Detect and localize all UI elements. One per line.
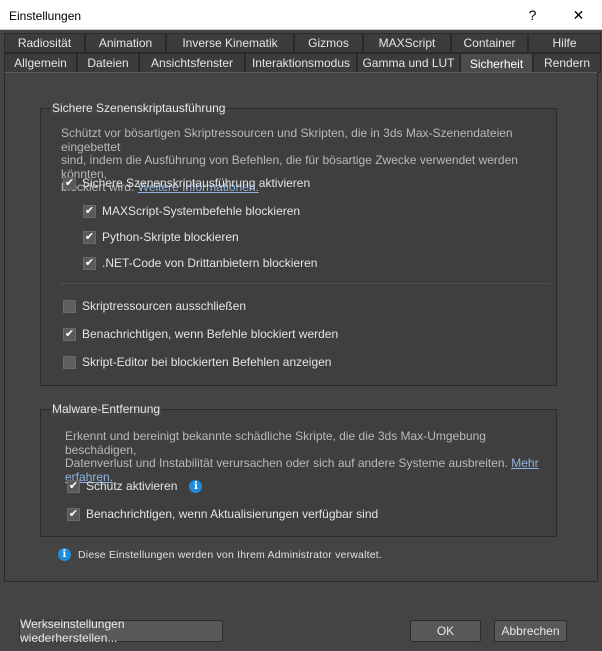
tab-radiositaet[interactable]: Radiosität (4, 33, 85, 53)
admin-note-text: Diese Einstellungen werden von Ihrem Adm… (78, 548, 383, 561)
tab-rendern[interactable]: Rendern (533, 53, 601, 73)
tab-container[interactable]: Container (451, 33, 528, 53)
tab-gizmos[interactable]: Gizmos (294, 33, 363, 53)
tab-gamma-und-lut[interactable]: Gamma und LUT (357, 53, 460, 73)
reset-defaults-button[interactable]: Werkseinstellungen wiederherstellen... (19, 617, 223, 645)
close-button[interactable]: ✕ (556, 0, 601, 30)
enable-protection-label: Schutz aktivieren (86, 479, 178, 493)
secure-scene-group-title: Sichere Szenenskriptausführung (51, 101, 227, 115)
cancel-button[interactable]: Abbrechen (494, 620, 567, 642)
enable-secure-checkbox[interactable]: ✔ (63, 176, 76, 190)
tab-sicherheit[interactable]: Sicherheit (460, 53, 533, 74)
tab-dateien[interactable]: Dateien (77, 53, 139, 73)
notify-blocked-row[interactable]: ✔ Benachrichtigen, wenn Befehle blockier… (63, 326, 338, 342)
notify-blocked-checkbox[interactable]: ✔ (63, 327, 76, 341)
block-maxscript-label: MAXScript-Systembefehle blockieren (102, 204, 301, 218)
malware-description: Erkennt und bereinigt bekannte schädlich… (65, 429, 545, 484)
exclude-resources-checkbox[interactable] (63, 299, 76, 313)
help-button[interactable]: ? (510, 0, 555, 30)
malware-group-title: Malware-Entfernung (51, 402, 162, 416)
notify-blocked-label: Benachrichtigen, wenn Befehle blockiert … (82, 327, 339, 341)
block-python-row[interactable]: ✔ Python-Skripte blockieren (83, 229, 239, 245)
tab-maxscript[interactable]: MAXScript (363, 33, 451, 53)
enable-secure-row[interactable]: ✔ Sichere Szenenskriptausführung aktivie… (63, 175, 310, 191)
enable-protection-row[interactable]: ✔ Schutz aktivieren i (67, 478, 203, 494)
admin-info-icon: i (58, 548, 71, 561)
secure-desc-line-1: Schützt vor bösartigen Skriptressourcen … (61, 126, 513, 154)
block-maxscript-checkbox[interactable]: ✔ (83, 204, 96, 218)
enable-protection-checkbox[interactable]: ✔ (67, 479, 80, 493)
tab-animation[interactable]: Animation (85, 33, 166, 53)
tab-hilfe[interactable]: Hilfe (528, 33, 601, 53)
more-info-link-part-1[interactable]: Mehr (511, 456, 538, 470)
exclude-resources-label: Skriptressourcen ausschließen (82, 299, 247, 313)
show-editor-checkbox[interactable] (63, 355, 76, 369)
info-icon[interactable]: i (189, 479, 203, 493)
group-separator (60, 283, 550, 284)
tab-interaktionsmodus[interactable]: Interaktionsmodus (245, 53, 357, 73)
malware-desc-line-1: Erkennt und bereinigt bekannte schädlich… (65, 429, 486, 457)
malware-desc-line-2: Datenverlust und Instabilität verursache… (65, 456, 545, 471)
ok-button[interactable]: OK (410, 620, 481, 642)
window-title: Einstellungen (9, 9, 82, 23)
block-python-label: Python-Skripte blockieren (102, 230, 239, 244)
title-bar: Einstellungen ? ✕ (0, 0, 602, 30)
block-dotnet-row[interactable]: ✔ .NET-Code von Drittanbietern blockiere… (83, 255, 317, 271)
notify-updates-checkbox[interactable]: ✔ (67, 507, 80, 521)
show-editor-label: Skript-Editor bei blockierten Befehlen a… (82, 355, 332, 369)
enable-secure-label: Sichere Szenenskriptausführung aktiviere… (82, 176, 311, 190)
admin-note: i Diese Einstellungen werden von Ihrem A… (58, 548, 382, 561)
block-python-checkbox[interactable]: ✔ (83, 230, 96, 244)
malware-desc-line-2-text: Datenverlust und Instabilität verursache… (65, 456, 508, 470)
tab-inverse-kinematik[interactable]: Inverse Kinematik (166, 33, 294, 53)
notify-updates-row[interactable]: ✔ Benachrichtigen, wenn Aktualisierungen… (67, 506, 378, 522)
exclude-resources-row[interactable]: Skriptressourcen ausschließen (63, 298, 246, 314)
notify-updates-label: Benachrichtigen, wenn Aktualisierungen v… (86, 507, 379, 521)
block-maxscript-row[interactable]: ✔ MAXScript-Systembefehle blockieren (83, 203, 300, 219)
block-dotnet-label: .NET-Code von Drittanbietern blockieren (102, 256, 318, 270)
tab-ansichtsfenster[interactable]: Ansichtsfenster (139, 53, 245, 73)
block-dotnet-checkbox[interactable]: ✔ (83, 256, 96, 270)
show-editor-row[interactable]: Skript-Editor bei blockierten Befehlen a… (63, 354, 331, 370)
tab-allgemein[interactable]: Allgemein (4, 53, 77, 73)
